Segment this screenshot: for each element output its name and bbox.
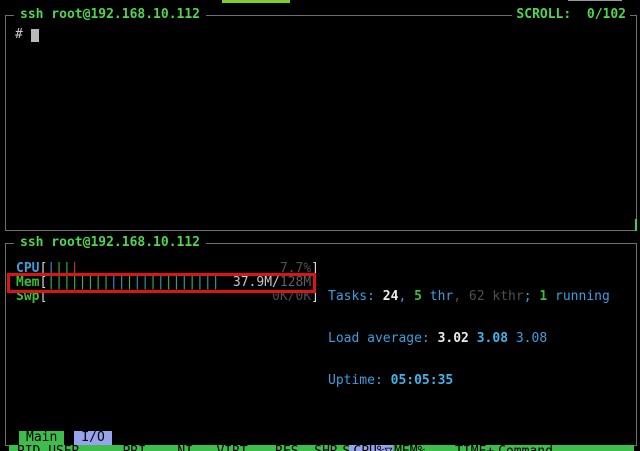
- col-header-time[interactable]: TIME+: [432, 445, 495, 451]
- col-header-res[interactable]: RES: [248, 445, 299, 451]
- meter-bar: |: [149, 276, 157, 290]
- meter-bar: |: [157, 276, 165, 290]
- col-header-pri[interactable]: PRI: [115, 445, 146, 451]
- text-cursor: [31, 29, 39, 42]
- htop-tabs: Main I/O: [9, 431, 634, 445]
- meter-bar: |: [102, 276, 110, 290]
- meter-bar: |: [212, 276, 220, 290]
- bracket: [: [39, 276, 47, 290]
- shell-prompt: #: [15, 27, 23, 42]
- load-average-line: Load average: 3.02 3.08 3.08: [328, 332, 610, 346]
- bracket: ]: [311, 290, 319, 304]
- col-header-ni[interactable]: NI: [146, 445, 193, 451]
- swp-meter-bars: [47, 290, 272, 304]
- bracket: ]: [311, 276, 319, 290]
- pane-top-title: ssh root@192.168.10.112: [14, 8, 206, 22]
- col-header-cpu[interactable]: CPU%▽: [349, 445, 392, 451]
- meter-bar: |: [71, 262, 79, 276]
- meter-bar: |: [55, 262, 63, 276]
- bracket: [: [39, 290, 47, 304]
- swp-meter: Swp[0K/0K]: [16, 290, 319, 304]
- col-header-s[interactable]: S: [338, 445, 350, 451]
- bracket: [: [39, 262, 47, 276]
- meter-bar: |: [55, 276, 63, 290]
- meter-bar: |: [188, 276, 196, 290]
- cpu-meter-bars: ||||: [47, 262, 280, 276]
- stats-column: Tasks: 24, 5 thr, 62 kthr; 1 running Loa…: [319, 262, 610, 416]
- meter-bar: |: [63, 276, 71, 290]
- meter-bar: |: [94, 276, 102, 290]
- mem-total-value: 128M: [280, 276, 311, 290]
- htop-view: CPU[||||7.7%] Mem[||||||||||||||||||||||…: [6, 244, 636, 445]
- meters-column: CPU[||||7.7%] Mem[||||||||||||||||||||||…: [9, 262, 319, 416]
- mem-meter-bars: ||||||||||||||||||||||: [47, 276, 233, 290]
- col-header-pid[interactable]: PID: [13, 445, 40, 451]
- bracket: ]: [311, 262, 319, 276]
- ssh-pane-bottom[interactable]: ssh root@192.168.10.112 CPU[||||7.7%] Me…: [5, 243, 637, 446]
- meter-bar: |: [180, 276, 188, 290]
- meter-bar: |: [165, 276, 173, 290]
- meter-bar: |: [141, 276, 149, 290]
- cpu-meter-value: 7.7%: [280, 262, 311, 276]
- cpu-meter-label: CPU: [16, 262, 39, 276]
- overlay-gray-line: [568, 0, 622, 1]
- col-header-virt[interactable]: VIRT: [193, 445, 248, 451]
- col-header-mem[interactable]: MEM%: [393, 445, 432, 451]
- meter-bar: |: [110, 276, 118, 290]
- meter-bar: |: [196, 276, 204, 290]
- tasks-line: Tasks: 24, 5 thr, 62 kthr; 1 running: [328, 290, 610, 304]
- swp-meter-label: Swp: [16, 290, 39, 304]
- col-header-shr[interactable]: SHR: [299, 445, 338, 451]
- terminal-screen: ssh root@192.168.10.112 SCROLL: 0/102 # …: [0, 0, 640, 451]
- ssh-pane-top[interactable]: ssh root@192.168.10.112 SCROLL: 0/102 #: [5, 15, 637, 231]
- meter-bar: |: [47, 262, 55, 276]
- mem-meter-label: Mem: [16, 276, 39, 290]
- cpu-meter: CPU[||||7.7%]: [16, 262, 319, 276]
- overlay-progress-line: [222, 0, 290, 3]
- meter-bar: |: [118, 276, 126, 290]
- meter-bar: |: [133, 276, 141, 290]
- col-header-command[interactable]: Command: [494, 445, 634, 451]
- meter-bar: |: [47, 276, 55, 290]
- meter-bar: |: [71, 276, 79, 290]
- scroll-indicator: SCROLL: 0/102: [512, 8, 630, 22]
- meter-bar: |: [86, 276, 94, 290]
- meter-bar: |: [126, 276, 134, 290]
- meter-bar: |: [204, 276, 212, 290]
- tab-io[interactable]: I/O: [74, 431, 111, 445]
- uptime-line: Uptime: 05:05:35: [328, 374, 610, 388]
- mem-used-value: 37.9M/: [233, 276, 280, 290]
- htop-header-area: CPU[||||7.7%] Mem[||||||||||||||||||||||…: [9, 262, 634, 416]
- meter-bar: |: [63, 262, 71, 276]
- meter-bar: |: [79, 276, 87, 290]
- process-table: PIDUSERPRINIVIRTRESSHRSCPU%▽MEM%TIME+Com…: [9, 445, 634, 451]
- meter-bar: |: [173, 276, 181, 290]
- swp-meter-value: 0K/0K: [272, 290, 311, 304]
- table-header-row: PIDUSERPRINIVIRTRESSHRSCPU%▽MEM%TIME+Com…: [9, 445, 634, 451]
- mem-meter: Mem[||||||||||||||||||||||37.9M/128M]: [16, 276, 319, 290]
- tab-main[interactable]: Main: [19, 431, 64, 445]
- col-header-user[interactable]: USER: [40, 445, 114, 451]
- pane-focus-marker: [635, 219, 637, 231]
